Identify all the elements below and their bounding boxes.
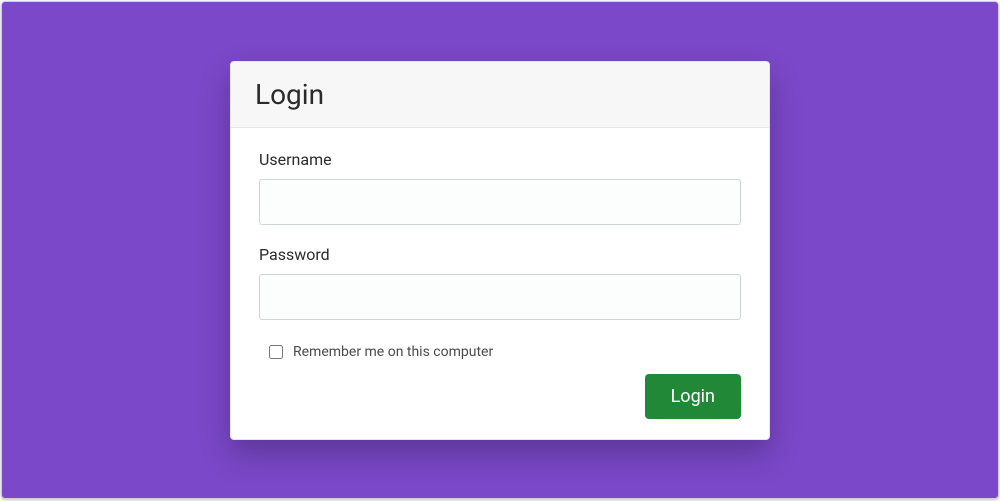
- page-title: Login: [255, 78, 745, 111]
- card-header: Login: [231, 62, 769, 128]
- button-row: Login: [259, 374, 741, 419]
- remember-checkbox[interactable]: [269, 345, 283, 359]
- page-background: Login Username Password Remember me on t…: [1, 1, 999, 499]
- username-group: Username: [259, 150, 741, 225]
- login-button[interactable]: Login: [645, 374, 741, 419]
- login-card: Login Username Password Remember me on t…: [230, 61, 770, 440]
- username-label: Username: [259, 150, 741, 169]
- card-body: Username Password Remember me on this co…: [231, 128, 769, 439]
- password-input[interactable]: [259, 274, 741, 320]
- username-input[interactable]: [259, 179, 741, 225]
- password-label: Password: [259, 245, 741, 264]
- password-group: Password: [259, 245, 741, 320]
- remember-row: Remember me on this computer: [259, 340, 741, 374]
- remember-label: Remember me on this computer: [293, 344, 493, 360]
